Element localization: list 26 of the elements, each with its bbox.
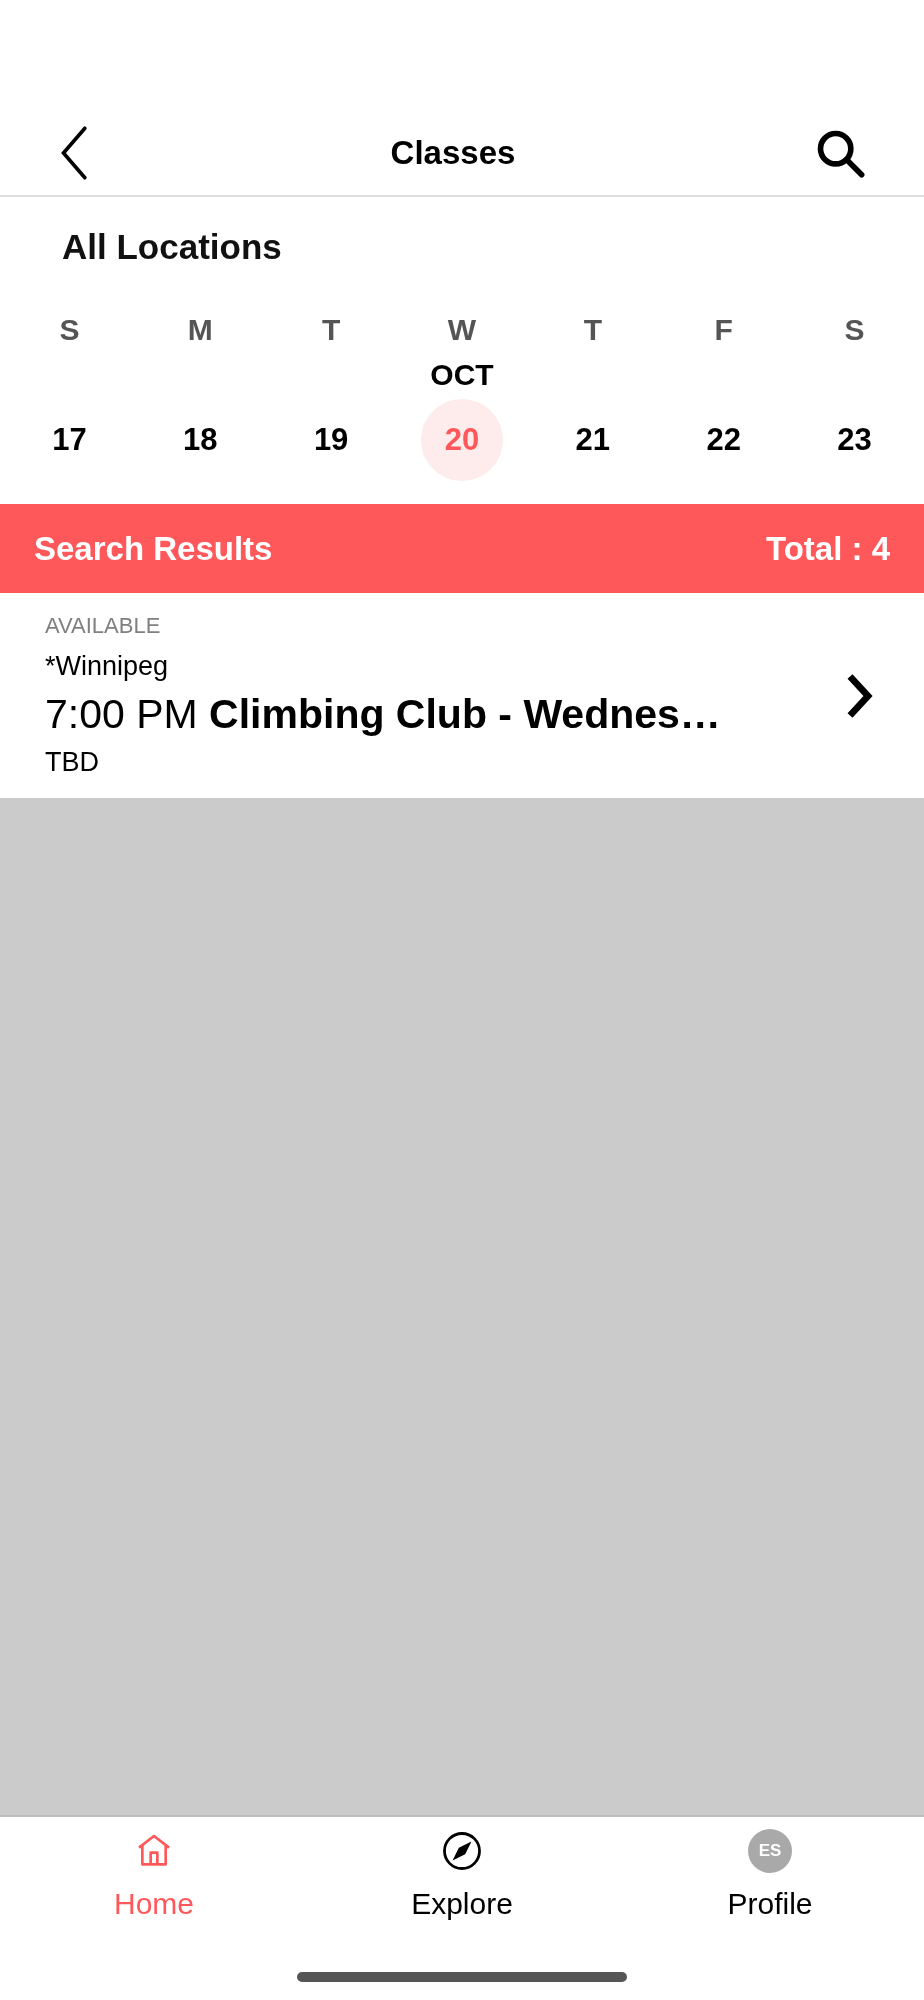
instructor: TBD [45,746,100,779]
month-label: OCT [430,357,494,393]
weekday-label: F [714,312,733,347]
weekday-label: T [321,312,341,347]
date-button[interactable]: 19 [290,399,373,481]
avatar: ES [748,1829,792,1873]
availability-status: AVAILABLE [45,611,162,640]
tab-bar-item[interactable]: ES Profile [616,1827,924,1926]
date-button[interactable]: 18 [159,399,242,481]
compass-icon [441,1830,483,1872]
weekday-label: T [583,312,602,347]
tab-bar-item[interactable]: Explore [308,1827,616,1926]
weekday-label: S [59,312,80,347]
results-total: Total : 4 [765,528,890,569]
class-title: 7:00 PM Climbing Club - Wednes… [45,690,721,739]
date-button[interactable]: 17 [28,399,111,481]
weekday-label: W [447,312,477,347]
location-filter[interactable]: All Locations [62,220,282,274]
date-button[interactable]: 21 [551,399,634,481]
date-button[interactable]: 22 [682,399,765,481]
weekday-label: S [844,312,865,347]
results-title: Search Results [34,528,273,569]
class-location: *Winnipeg [45,649,170,683]
date-button[interactable]: 23 [813,399,896,481]
page-title: Classes [390,132,516,173]
weekday-label: M [187,312,213,347]
